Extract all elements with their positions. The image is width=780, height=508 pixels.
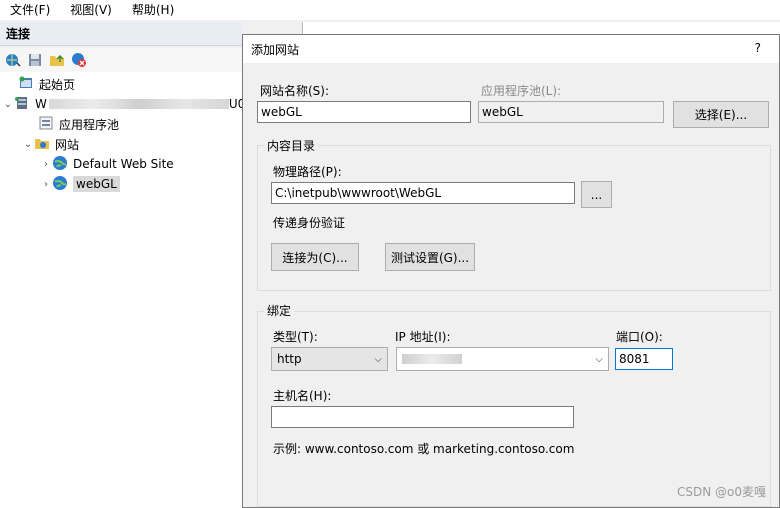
content-directory-title: 内容目录 [264, 137, 319, 154]
site-name-label: 网站名称(S): [260, 84, 330, 98]
site-default-label: Default Web Site [73, 157, 174, 171]
tree-app-pools[interactable]: 应用程序池 [38, 114, 119, 134]
hostname-input[interactable] [271, 406, 574, 428]
hostname-example: 示例: www.contoso.com 或 marketing.contoso.… [273, 442, 575, 456]
select-app-pool-button[interactable]: 选择(E)... [673, 101, 769, 128]
physical-path-label: 物理路径(P): [273, 165, 342, 179]
connections-title: 连接 [6, 27, 31, 41]
add-website-dialog: 添加网站 ? 网站名称(S): webGL 应用程序池(L): webGL 选择… [242, 34, 780, 508]
app-pools-label: 应用程序池 [59, 117, 120, 132]
disconnect-icon[interactable] [70, 51, 88, 69]
app-pool-field: webGL [478, 101, 664, 123]
tree-start-page[interactable]: 起始页 [18, 74, 75, 94]
server-icon [14, 95, 30, 114]
ip-address-select[interactable]: ⌵ [396, 347, 609, 371]
app-pool-icon [38, 115, 54, 134]
type-value: http [277, 352, 302, 366]
chevron-right-icon[interactable]: › [40, 179, 52, 190]
binding-title: 绑定 [264, 302, 295, 319]
chevron-right-icon[interactable]: › [40, 159, 52, 170]
help-button[interactable]: ? [755, 41, 761, 55]
globe-icon [52, 175, 68, 194]
folder-up-icon[interactable] [48, 51, 66, 69]
dialog-titlebar: 添加网站 ? [243, 35, 779, 63]
port-label: 端口(O): [616, 330, 663, 344]
tree-server[interactable]: ⌄ W U0 [2, 94, 245, 114]
tree-site-default[interactable]: › Default Web Site [40, 154, 174, 174]
watermark: CSDN @o0麦嘎 [676, 485, 766, 499]
pass-through-label: 传递身份验证 [273, 216, 346, 230]
server-label: W [35, 97, 47, 111]
ip-address-label: IP 地址(I): [395, 330, 451, 344]
menu-view[interactable]: 视图(V) [60, 0, 122, 20]
site-webgl-label: webGL [73, 176, 120, 192]
sites-folder-icon [34, 135, 50, 154]
connections-tree: 起始页 ⌄ W U0 应用程序池 ⌄ 网站 › Default Web Site… [0, 72, 245, 508]
chevron-down-icon[interactable]: ⌄ [2, 99, 14, 110]
connections-toolbar [0, 48, 242, 72]
globe-connect-icon[interactable] [4, 51, 22, 69]
menu-file[interactable]: 文件(F) [0, 0, 60, 20]
menu-bar: 文件(F) 视图(V) 帮助(H) [0, 0, 780, 20]
start-page-label: 起始页 [39, 77, 76, 92]
globe-icon [52, 155, 68, 174]
redacted-ip-value [402, 354, 462, 364]
type-select[interactable]: http ⌵ [271, 347, 388, 371]
chevron-down-icon: ⌵ [374, 353, 382, 365]
connect-as-button[interactable]: 连接为(C)... [271, 243, 359, 271]
tree-sites[interactable]: ⌄ 网站 [22, 134, 79, 154]
site-name-input[interactable]: webGL [257, 101, 471, 123]
physical-path-input[interactable]: C:\inetpub\wwwroot\WebGL [271, 182, 575, 204]
menu-help[interactable]: 帮助(H) [122, 0, 184, 20]
sites-label: 网站 [55, 137, 80, 152]
start-page-icon [18, 75, 34, 94]
hostname-label: 主机名(H): [273, 389, 332, 403]
dialog-title: 添加网站 [251, 42, 300, 57]
chevron-down-icon: ⌵ [595, 353, 603, 365]
tree-site-webgl[interactable]: › webGL [40, 174, 120, 194]
browse-button[interactable]: ... [581, 181, 612, 208]
connections-header: 连接 [0, 22, 242, 46]
redacted-server-name [48, 99, 229, 109]
test-settings-button[interactable]: 测试设置(G)... [385, 243, 475, 271]
type-label: 类型(T): [273, 330, 318, 344]
save-icon[interactable] [26, 51, 44, 69]
port-input[interactable]: 8081 [615, 348, 673, 370]
app-pool-label: 应用程序池(L): [481, 84, 562, 98]
chevron-down-icon[interactable]: ⌄ [22, 139, 34, 150]
